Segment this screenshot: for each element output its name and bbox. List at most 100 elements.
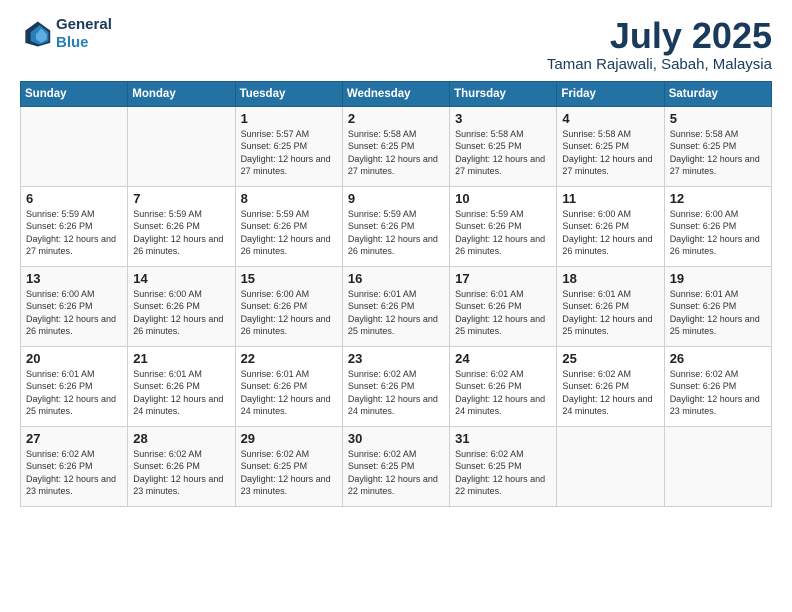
calendar-header: SundayMondayTuesdayWednesdayThursdayFrid… xyxy=(21,81,772,106)
calendar-cell: 19 Sunrise: 6:01 AM Sunset: 6:26 PM Dayli… xyxy=(664,266,771,346)
day-info: Sunrise: 6:00 AM Sunset: 6:26 PM Dayligh… xyxy=(241,288,337,338)
calendar-cell: 15Sunrise: 6:00 AM Sunset: 6:26 PM Dayli… xyxy=(235,266,342,346)
header-day-monday: Monday xyxy=(128,81,235,106)
logo-icon xyxy=(20,18,52,50)
day-info: Sunrise: 6:02 AM Sunset: 6:26 PM Dayligh… xyxy=(562,368,658,418)
day-number: 14 xyxy=(133,271,229,286)
week-row-4: 20 Sunrise: 6:01 AM Sunset: 6:26 PM Dayli… xyxy=(21,346,772,426)
calendar-cell: 28 Sunrise: 6:02 AM Sunset: 6:26 PM Dayli… xyxy=(128,426,235,506)
calendar-cell xyxy=(21,106,128,186)
calendar-cell: 3 Sunrise: 5:58 AM Sunset: 6:25 PM Daylig… xyxy=(450,106,557,186)
day-number: 31 xyxy=(455,431,551,446)
day-info: Sunrise: 6:02 AM Sunset: 6:26 PM Dayligh… xyxy=(133,448,229,498)
day-number: 22 xyxy=(241,351,337,366)
day-info: Sunrise: 6:02 AM Sunset: 6:26 PM Dayligh… xyxy=(348,368,444,418)
header-day-thursday: Thursday xyxy=(450,81,557,106)
day-number: 28 xyxy=(133,431,229,446)
day-info: Sunrise: 6:00 AM Sunset: 6:26 PM Dayligh… xyxy=(670,208,766,258)
day-number: 5 xyxy=(670,111,766,126)
calendar-cell: 5 Sunrise: 5:58 AM Sunset: 6:25 PM Daylig… xyxy=(664,106,771,186)
day-number: 26 xyxy=(670,351,766,366)
calendar-cell: 23Sunrise: 6:02 AM Sunset: 6:26 PM Dayli… xyxy=(342,346,449,426)
day-number: 18 xyxy=(562,271,658,286)
day-info: Sunrise: 6:01 AM Sunset: 6:26 PM Dayligh… xyxy=(562,288,658,338)
calendar-cell: 4 Sunrise: 5:58 AM Sunset: 6:25 PM Daylig… xyxy=(557,106,664,186)
calendar-cell xyxy=(128,106,235,186)
calendar-cell: 8 Sunrise: 5:59 AM Sunset: 6:26 PM Daylig… xyxy=(235,186,342,266)
header-day-wednesday: Wednesday xyxy=(342,81,449,106)
day-number: 2 xyxy=(348,111,444,126)
day-number: 9 xyxy=(348,191,444,206)
day-number: 6 xyxy=(26,191,122,206)
calendar-cell: 2 Sunrise: 5:58 AM Sunset: 6:25 PM Daylig… xyxy=(342,106,449,186)
day-info: Sunrise: 6:02 AM Sunset: 6:26 PM Dayligh… xyxy=(26,448,122,498)
day-number: 30 xyxy=(348,431,444,446)
header-day-tuesday: Tuesday xyxy=(235,81,342,106)
day-number: 8 xyxy=(241,191,337,206)
day-info: Sunrise: 5:58 AM Sunset: 6:25 PM Dayligh… xyxy=(670,128,766,178)
calendar-cell: 12 Sunrise: 6:00 AM Sunset: 6:26 PM Dayli… xyxy=(664,186,771,266)
day-info: Sunrise: 6:00 AM Sunset: 6:26 PM Dayligh… xyxy=(26,288,122,338)
calendar-cell: 25Sunrise: 6:02 AM Sunset: 6:26 PM Dayli… xyxy=(557,346,664,426)
week-row-5: 27Sunrise: 6:02 AM Sunset: 6:26 PM Dayli… xyxy=(21,426,772,506)
calendar-cell: 21Sunrise: 6:01 AM Sunset: 6:26 PM Dayli… xyxy=(128,346,235,426)
calendar-cell: 29 Sunrise: 6:02 AM Sunset: 6:25 PM Dayli… xyxy=(235,426,342,506)
calendar-body: 1 Sunrise: 5:57 AM Sunset: 6:25 PM Daylig… xyxy=(21,106,772,506)
day-info: Sunrise: 6:02 AM Sunset: 6:26 PM Dayligh… xyxy=(670,368,766,418)
day-info: Sunrise: 6:01 AM Sunset: 6:26 PM Dayligh… xyxy=(26,368,122,418)
logo-text: General Blue xyxy=(56,16,112,52)
calendar-cell: 31 Sunrise: 6:02 AM Sunset: 6:25 PM Dayli… xyxy=(450,426,557,506)
day-info: Sunrise: 5:59 AM Sunset: 6:26 PM Dayligh… xyxy=(455,208,551,258)
day-info: Sunrise: 5:59 AM Sunset: 6:26 PM Dayligh… xyxy=(26,208,122,258)
day-info: Sunrise: 5:59 AM Sunset: 6:26 PM Dayligh… xyxy=(133,208,229,258)
logo: General Blue xyxy=(20,16,112,52)
calendar-cell: 13 Sunrise: 6:00 AM Sunset: 6:26 PM Dayli… xyxy=(21,266,128,346)
week-row-3: 13 Sunrise: 6:00 AM Sunset: 6:26 PM Dayli… xyxy=(21,266,772,346)
day-number: 4 xyxy=(562,111,658,126)
day-info: Sunrise: 6:00 AM Sunset: 6:26 PM Dayligh… xyxy=(562,208,658,258)
day-info: Sunrise: 5:58 AM Sunset: 6:25 PM Dayligh… xyxy=(562,128,658,178)
calendar-cell: 9 Sunrise: 5:59 AM Sunset: 6:26 PM Daylig… xyxy=(342,186,449,266)
day-info: Sunrise: 5:59 AM Sunset: 6:26 PM Dayligh… xyxy=(241,208,337,258)
calendar-cell: 18 Sunrise: 6:01 AM Sunset: 6:26 PM Dayli… xyxy=(557,266,664,346)
calendar-cell xyxy=(557,426,664,506)
day-info: Sunrise: 6:00 AM Sunset: 6:26 PM Dayligh… xyxy=(133,288,229,338)
day-number: 13 xyxy=(26,271,122,286)
day-number: 7 xyxy=(133,191,229,206)
day-number: 20 xyxy=(26,351,122,366)
day-info: Sunrise: 6:01 AM Sunset: 6:26 PM Dayligh… xyxy=(670,288,766,338)
calendar-cell: 10 Sunrise: 5:59 AM Sunset: 6:26 PM Dayli… xyxy=(450,186,557,266)
calendar-cell: 24Sunrise: 6:02 AM Sunset: 6:26 PM Dayli… xyxy=(450,346,557,426)
day-info: Sunrise: 5:59 AM Sunset: 6:26 PM Dayligh… xyxy=(348,208,444,258)
calendar-cell: 30Sunrise: 6:02 AM Sunset: 6:25 PM Dayli… xyxy=(342,426,449,506)
calendar-cell: 11 Sunrise: 6:00 AM Sunset: 6:26 PM Dayli… xyxy=(557,186,664,266)
day-number: 3 xyxy=(455,111,551,126)
day-number: 11 xyxy=(562,191,658,206)
header: General Blue July 2025 Taman Rajawali, S… xyxy=(20,16,772,73)
header-day-friday: Friday xyxy=(557,81,664,106)
main-title: July 2025 xyxy=(547,16,772,56)
day-number: 10 xyxy=(455,191,551,206)
day-info: Sunrise: 5:58 AM Sunset: 6:25 PM Dayligh… xyxy=(455,128,551,178)
day-info: Sunrise: 6:02 AM Sunset: 6:26 PM Dayligh… xyxy=(455,368,551,418)
day-info: Sunrise: 6:01 AM Sunset: 6:26 PM Dayligh… xyxy=(455,288,551,338)
calendar-cell: 14 Sunrise: 6:00 AM Sunset: 6:26 PM Dayli… xyxy=(128,266,235,346)
day-number: 17 xyxy=(455,271,551,286)
day-info: Sunrise: 5:57 AM Sunset: 6:25 PM Dayligh… xyxy=(241,128,337,178)
day-number: 12 xyxy=(670,191,766,206)
day-info: Sunrise: 6:01 AM Sunset: 6:26 PM Dayligh… xyxy=(348,288,444,338)
calendar-cell: 7 Sunrise: 5:59 AM Sunset: 6:26 PM Daylig… xyxy=(128,186,235,266)
header-day-saturday: Saturday xyxy=(664,81,771,106)
calendar-cell xyxy=(664,426,771,506)
day-info: Sunrise: 5:58 AM Sunset: 6:25 PM Dayligh… xyxy=(348,128,444,178)
day-info: Sunrise: 6:02 AM Sunset: 6:25 PM Dayligh… xyxy=(455,448,551,498)
calendar-cell: 26 Sunrise: 6:02 AM Sunset: 6:26 PM Dayli… xyxy=(664,346,771,426)
day-number: 29 xyxy=(241,431,337,446)
day-number: 16 xyxy=(348,271,444,286)
week-row-2: 6 Sunrise: 5:59 AM Sunset: 6:26 PM Daylig… xyxy=(21,186,772,266)
calendar-cell: 22Sunrise: 6:01 AM Sunset: 6:26 PM Dayli… xyxy=(235,346,342,426)
day-number: 19 xyxy=(670,271,766,286)
day-number: 1 xyxy=(241,111,337,126)
day-info: Sunrise: 6:02 AM Sunset: 6:25 PM Dayligh… xyxy=(241,448,337,498)
day-number: 21 xyxy=(133,351,229,366)
